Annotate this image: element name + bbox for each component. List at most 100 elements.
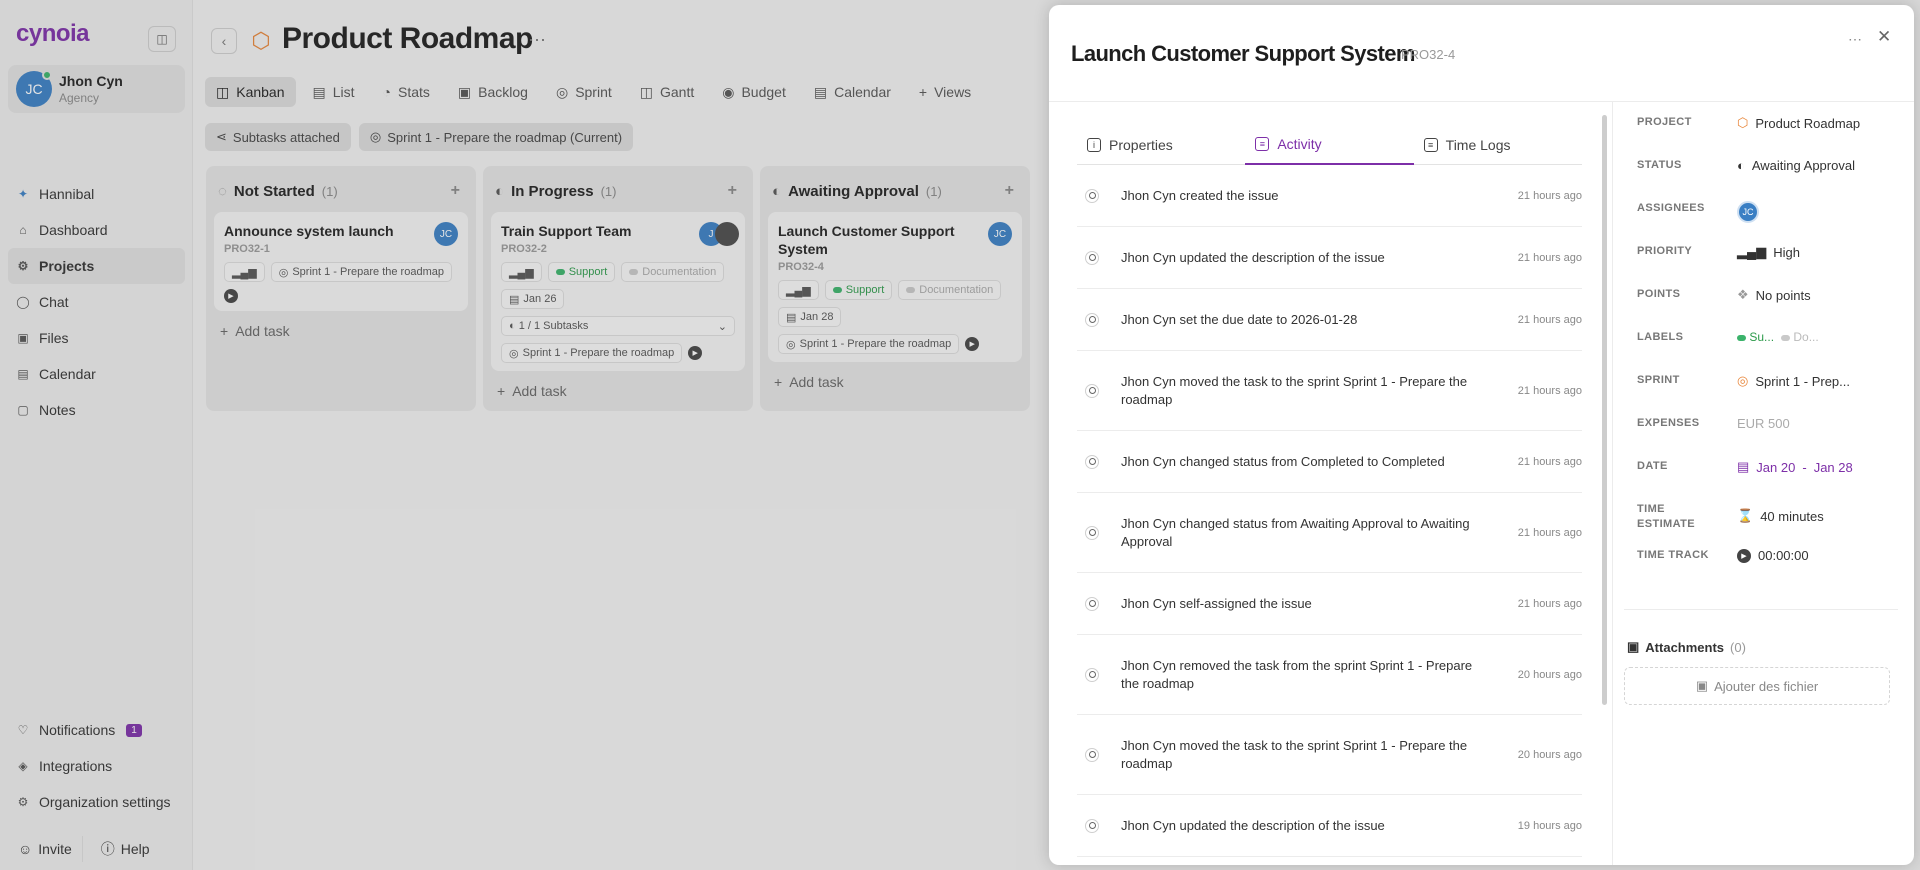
property-label: EXPENSES <box>1637 417 1700 429</box>
time-tracker[interactable]: ▶ 00:00:00 <box>1737 548 1809 563</box>
date-range-picker[interactable]: ▤ Jan 20- Jan 28 <box>1737 459 1853 475</box>
property-label: ASSIGNEES <box>1637 202 1705 214</box>
time-estimate-input[interactable]: ⌛ 40 minutes <box>1737 508 1824 524</box>
activity-dot-icon <box>1085 596 1099 611</box>
labels-picker[interactable]: Su... Do... <box>1737 330 1819 344</box>
assignees-picker[interactable]: JC <box>1737 201 1759 223</box>
date-separator: - <box>1802 459 1807 475</box>
add-files-label: Ajouter des fichier <box>1714 678 1819 694</box>
attachments-title: Attachments <box>1645 639 1725 655</box>
property-label: PROJECT <box>1637 116 1692 128</box>
list-item: Jhon Cyn self-assigned the issue 21 hours… <box>1077 573 1582 635</box>
more-options-icon[interactable]: ⋯ <box>1848 31 1862 48</box>
close-icon[interactable]: ✕ <box>1877 27 1891 47</box>
label-text: Do... <box>1793 330 1819 344</box>
estimate-value: 40 minutes <box>1760 508 1824 524</box>
upload-file-icon: ▣ <box>1695 678 1709 693</box>
property-label: DATE <box>1637 460 1668 472</box>
properties-panel: PROJECT ⬡ Product Roadmap STATUS ◐ Awaitin… <box>1637 115 1897 591</box>
tab-properties[interactable]: i Properties <box>1077 125 1245 165</box>
list-item: Jhon Cyn updated the description of the … <box>1077 795 1582 857</box>
divider <box>1624 609 1898 610</box>
tab-time-logs[interactable]: ≡ Time Logs <box>1414 125 1582 165</box>
points-dropdown[interactable]: ❖ No points <box>1737 287 1811 303</box>
property-label: POINTS <box>1637 288 1681 300</box>
activity-text: Jhon Cyn updated the description of the … <box>1121 817 1385 833</box>
sprint-dropdown[interactable]: ◎ Sprint 1 - Prep... <box>1737 373 1850 389</box>
date-start: Jan 20 <box>1756 459 1796 475</box>
list-item: Jhon Cyn created the issue 21 hours ago <box>1077 165 1582 227</box>
expenses-value[interactable]: EUR 500 <box>1737 416 1790 431</box>
property-time-track: TIME TRACK ▶ 00:00:00 <box>1637 548 1897 591</box>
add-files-button[interactable]: ▣ Ajouter des fichier <box>1624 667 1890 705</box>
activity-dot-icon <box>1085 188 1099 203</box>
activity-dot-icon <box>1085 312 1099 327</box>
property-label-line: ESTIMATE <box>1637 518 1695 530</box>
activity-dot-icon <box>1085 250 1099 265</box>
activity-text: Jhon Cyn removed the task from the sprin… <box>1121 657 1473 691</box>
activity-time: 21 hours ago <box>1517 189 1582 202</box>
tab-activity[interactable]: ≡ Activity <box>1245 125 1414 165</box>
project-name: Product Roadmap <box>1755 115 1861 131</box>
activity-scrollbar[interactable] <box>1602 115 1607 705</box>
status-progress-icon: ◐ <box>1737 158 1745 173</box>
property-date: DATE ▤ Jan 20- Jan 28 <box>1637 459 1897 502</box>
activity-text: Jhon Cyn updated the description of the … <box>1121 249 1385 265</box>
activity-time: 19 hours ago <box>1517 819 1582 832</box>
avatar: JC <box>1737 201 1759 223</box>
list-item: Jhon Cyn changed status from Awaiting Ap… <box>1077 493 1582 573</box>
property-label-line: TIME <box>1637 503 1665 515</box>
property-label: TIME ESTIMATE <box>1637 502 1695 532</box>
detail-tabs: i Properties ≡ Activity ≡ Time Logs <box>1077 125 1582 165</box>
list-item: Jhon Cyn removed the task from the sprin… <box>1077 635 1582 715</box>
activity-text: Jhon Cyn moved the task to the sprint Sp… <box>1121 373 1468 407</box>
status-dropdown[interactable]: ◐ Awaiting Approval <box>1737 158 1855 173</box>
property-status: STATUS ◐ Awaiting Approval <box>1637 158 1897 201</box>
activity-text: Jhon Cyn self-assigned the issue <box>1121 595 1312 611</box>
task-id: PRO32-4 <box>1401 47 1456 62</box>
priority-dropdown[interactable]: ▂▄▆ High <box>1737 244 1800 260</box>
tab-label: Properties <box>1109 137 1173 153</box>
list-item: Jhon Cyn moved the task to the sprint Sp… <box>1077 715 1582 795</box>
activity-dot-icon <box>1085 454 1099 469</box>
list-item: Jhon Cyn moved the task to the sprint Sp… <box>1077 351 1582 431</box>
activity-time: 21 hours ago <box>1517 526 1582 539</box>
property-label: STATUS <box>1637 159 1682 171</box>
status-value: Awaiting Approval <box>1751 158 1855 173</box>
activity-text: Jhon Cyn changed status from Awaiting Ap… <box>1121 515 1470 549</box>
activity-text: Jhon Cyn changed status from Completed t… <box>1121 453 1445 469</box>
property-points: POINTS ❖ No points <box>1637 287 1897 330</box>
property-label: LABELS <box>1637 331 1684 343</box>
activity-list: Jhon Cyn created the issue 21 hours ago J… <box>1077 165 1582 857</box>
play-icon[interactable]: ▶ <box>1737 548 1751 563</box>
date-end: Jan 28 <box>1813 459 1853 475</box>
divider <box>1049 101 1914 102</box>
points-value: No points <box>1755 287 1811 303</box>
activity-time: 21 hours ago <box>1517 597 1582 610</box>
project-value[interactable]: ⬡ Product Roadmap <box>1737 115 1860 131</box>
track-value: 00:00:00 <box>1758 548 1809 563</box>
info-icon: i <box>1087 138 1101 152</box>
property-sprint: SPRINT ◎ Sprint 1 - Prep... <box>1637 373 1897 416</box>
activity-time: 21 hours ago <box>1517 384 1582 397</box>
file-icon: ▣ <box>1627 639 1640 654</box>
property-project: PROJECT ⬡ Product Roadmap <box>1637 115 1897 158</box>
divider <box>1612 102 1613 865</box>
activity-text: Jhon Cyn moved the task to the sprint Sp… <box>1121 737 1468 771</box>
points-icon: ❖ <box>1737 287 1749 302</box>
sprint-value: Sprint 1 - Prep... <box>1755 373 1850 389</box>
activity-dot-icon <box>1085 383 1099 398</box>
tab-label: Time Logs <box>1445 137 1511 153</box>
label-text: Su... <box>1749 330 1775 344</box>
activity-time: 21 hours ago <box>1517 455 1582 468</box>
priority-value: High <box>1773 244 1800 260</box>
list-item: Jhon Cyn updated the description of the … <box>1077 227 1582 289</box>
property-priority: PRIORITY ▂▄▆ High <box>1637 244 1897 287</box>
property-label: TIME TRACK <box>1637 549 1709 561</box>
activity-dot-icon <box>1085 747 1099 762</box>
list-item: Jhon Cyn set the due date to 2026-01-28 2… <box>1077 289 1582 351</box>
project-cube-icon: ⬡ <box>1737 115 1749 130</box>
activity-dot-icon <box>1085 818 1099 833</box>
property-expenses: EXPENSES EUR 500 <box>1637 416 1897 459</box>
time-log-icon: ≡ <box>1423 138 1438 152</box>
